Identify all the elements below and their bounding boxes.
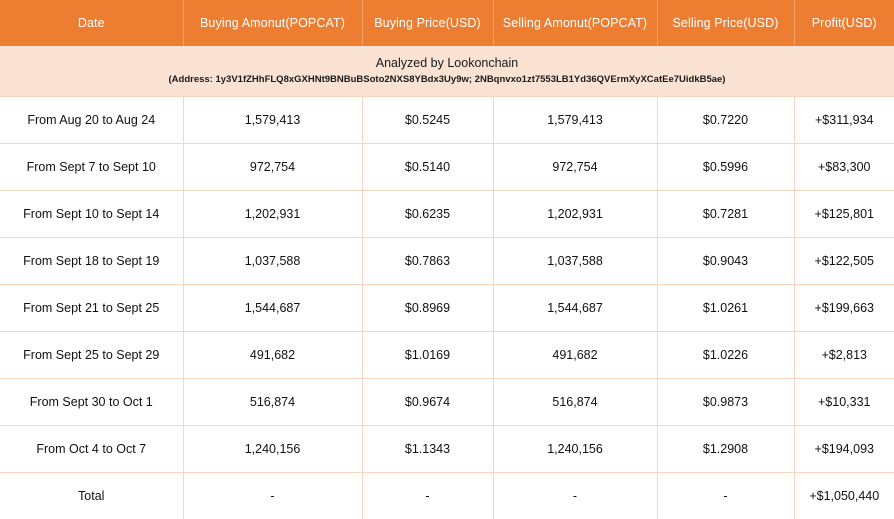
cell-selling-amount: 1,240,156 xyxy=(493,425,658,473)
table-row[interactable]: From Sept 10 to Sept 14 1,202,931 $0.623… xyxy=(0,190,894,238)
column-header-selling-amount[interactable]: Selling Amonut(POPCAT) xyxy=(493,0,658,46)
cell-selling-price: - xyxy=(657,472,795,519)
column-header-date[interactable]: Date xyxy=(0,0,184,46)
table-header: Date Buying Amonut(POPCAT) Buying Price(… xyxy=(0,0,894,46)
attribution-row: Analyzed by Lookonchain (Address: 1y3V1f… xyxy=(0,46,894,97)
cell-profit: +$194,093 xyxy=(794,425,894,473)
cell-date: From Aug 20 to Aug 24 xyxy=(0,96,184,144)
column-header-buying-amount[interactable]: Buying Amonut(POPCAT) xyxy=(183,0,363,46)
popcat-trading-table: Date Buying Amonut(POPCAT) Buying Price(… xyxy=(0,0,894,519)
table-row[interactable]: From Sept 21 to Sept 25 1,544,687 $0.896… xyxy=(0,284,894,332)
cell-selling-amount: 972,754 xyxy=(493,143,658,191)
cell-selling-amount: 516,874 xyxy=(493,378,658,426)
table-row[interactable]: From Oct 4 to Oct 7 1,240,156 $1.1343 1,… xyxy=(0,425,894,473)
column-header-profit[interactable]: Profit(USD) xyxy=(794,0,894,46)
cell-buying-amount: 972,754 xyxy=(183,143,363,191)
cell-buying-price: - xyxy=(362,472,494,519)
table-body: From Aug 20 to Aug 24 1,579,413 $0.5245 … xyxy=(0,96,894,519)
cell-selling-price: $0.5996 xyxy=(657,143,795,191)
cell-selling-price: $1.0226 xyxy=(657,331,795,379)
cell-selling-price: $0.7220 xyxy=(657,96,795,144)
cell-selling-amount: 1,544,687 xyxy=(493,284,658,332)
cell-selling-price: $1.2908 xyxy=(657,425,795,473)
cell-date: From Oct 4 to Oct 7 xyxy=(0,425,184,473)
cell-buying-amount: 491,682 xyxy=(183,331,363,379)
cell-profit: +$122,505 xyxy=(794,237,894,285)
cell-buying-price: $1.0169 xyxy=(362,331,494,379)
cell-selling-price: $1.0261 xyxy=(657,284,795,332)
cell-selling-price: $0.7281 xyxy=(657,190,795,238)
cell-selling-price: $0.9873 xyxy=(657,378,795,426)
cell-buying-amount: 1,544,687 xyxy=(183,284,363,332)
cell-total-label: Total xyxy=(0,472,184,519)
cell-profit: +$10,331 xyxy=(794,378,894,426)
cell-buying-price: $0.5140 xyxy=(362,143,494,191)
cell-profit: +$311,934 xyxy=(794,96,894,144)
cell-selling-amount: 491,682 xyxy=(493,331,658,379)
cell-buying-amount: 516,874 xyxy=(183,378,363,426)
table-row[interactable]: From Sept 18 to Sept 19 1,037,588 $0.786… xyxy=(0,237,894,285)
cell-buying-amount: 1,579,413 xyxy=(183,96,363,144)
cell-buying-amount: 1,240,156 xyxy=(183,425,363,473)
cell-date: From Sept 10 to Sept 14 xyxy=(0,190,184,238)
cell-selling-amount: 1,037,588 xyxy=(493,237,658,285)
cell-selling-amount: - xyxy=(493,472,658,519)
table-row[interactable]: From Sept 30 to Oct 1 516,874 $0.9674 51… xyxy=(0,378,894,426)
attribution-title: Analyzed by Lookonchain xyxy=(375,55,519,70)
trading-summary-sheet: Date Buying Amonut(POPCAT) Buying Price(… xyxy=(0,0,894,519)
attribution-cell: Analyzed by Lookonchain (Address: 1y3V1f… xyxy=(0,46,894,97)
cell-buying-amount: 1,037,588 xyxy=(183,237,363,285)
cell-buying-price: $0.7863 xyxy=(362,237,494,285)
table-row[interactable]: From Sept 25 to Sept 29 491,682 $1.0169 … xyxy=(0,331,894,379)
cell-buying-price: $0.5245 xyxy=(362,96,494,144)
cell-profit: +$199,663 xyxy=(794,284,894,332)
cell-date: From Sept 7 to Sept 10 xyxy=(0,143,184,191)
cell-buying-price: $1.1343 xyxy=(362,425,494,473)
cell-date: From Sept 21 to Sept 25 xyxy=(0,284,184,332)
cell-selling-amount: 1,579,413 xyxy=(493,96,658,144)
attribution-band: Analyzed by Lookonchain (Address: 1y3V1f… xyxy=(0,46,894,97)
header-row: Date Buying Amonut(POPCAT) Buying Price(… xyxy=(0,0,894,46)
cell-date: From Sept 18 to Sept 19 xyxy=(0,237,184,285)
cell-profit: +$2,813 xyxy=(794,331,894,379)
cell-selling-amount: 1,202,931 xyxy=(493,190,658,238)
attribution-address: (Address: 1y3V1fZHhFLQ8xGXHNt9BNBuBSoto2… xyxy=(168,73,726,85)
cell-selling-price: $0.9043 xyxy=(657,237,795,285)
cell-profit: +$83,300 xyxy=(794,143,894,191)
cell-total-profit: +$1,050,440 xyxy=(794,472,894,519)
cell-buying-amount: 1,202,931 xyxy=(183,190,363,238)
cell-date: From Sept 30 to Oct 1 xyxy=(0,378,184,426)
cell-profit: +$125,801 xyxy=(794,190,894,238)
table-row-total[interactable]: Total - - - - +$1,050,440 xyxy=(0,472,894,519)
cell-date: From Sept 25 to Sept 29 xyxy=(0,331,184,379)
table-row[interactable]: From Sept 7 to Sept 10 972,754 $0.5140 9… xyxy=(0,143,894,191)
cell-buying-price: $0.8969 xyxy=(362,284,494,332)
column-header-buying-price[interactable]: Buying Price(USD) xyxy=(362,0,494,46)
column-header-selling-price[interactable]: Selling Price(USD) xyxy=(657,0,795,46)
cell-buying-price: $0.9674 xyxy=(362,378,494,426)
cell-buying-amount: - xyxy=(183,472,363,519)
table-row[interactable]: From Aug 20 to Aug 24 1,579,413 $0.5245 … xyxy=(0,96,894,144)
cell-buying-price: $0.6235 xyxy=(362,190,494,238)
